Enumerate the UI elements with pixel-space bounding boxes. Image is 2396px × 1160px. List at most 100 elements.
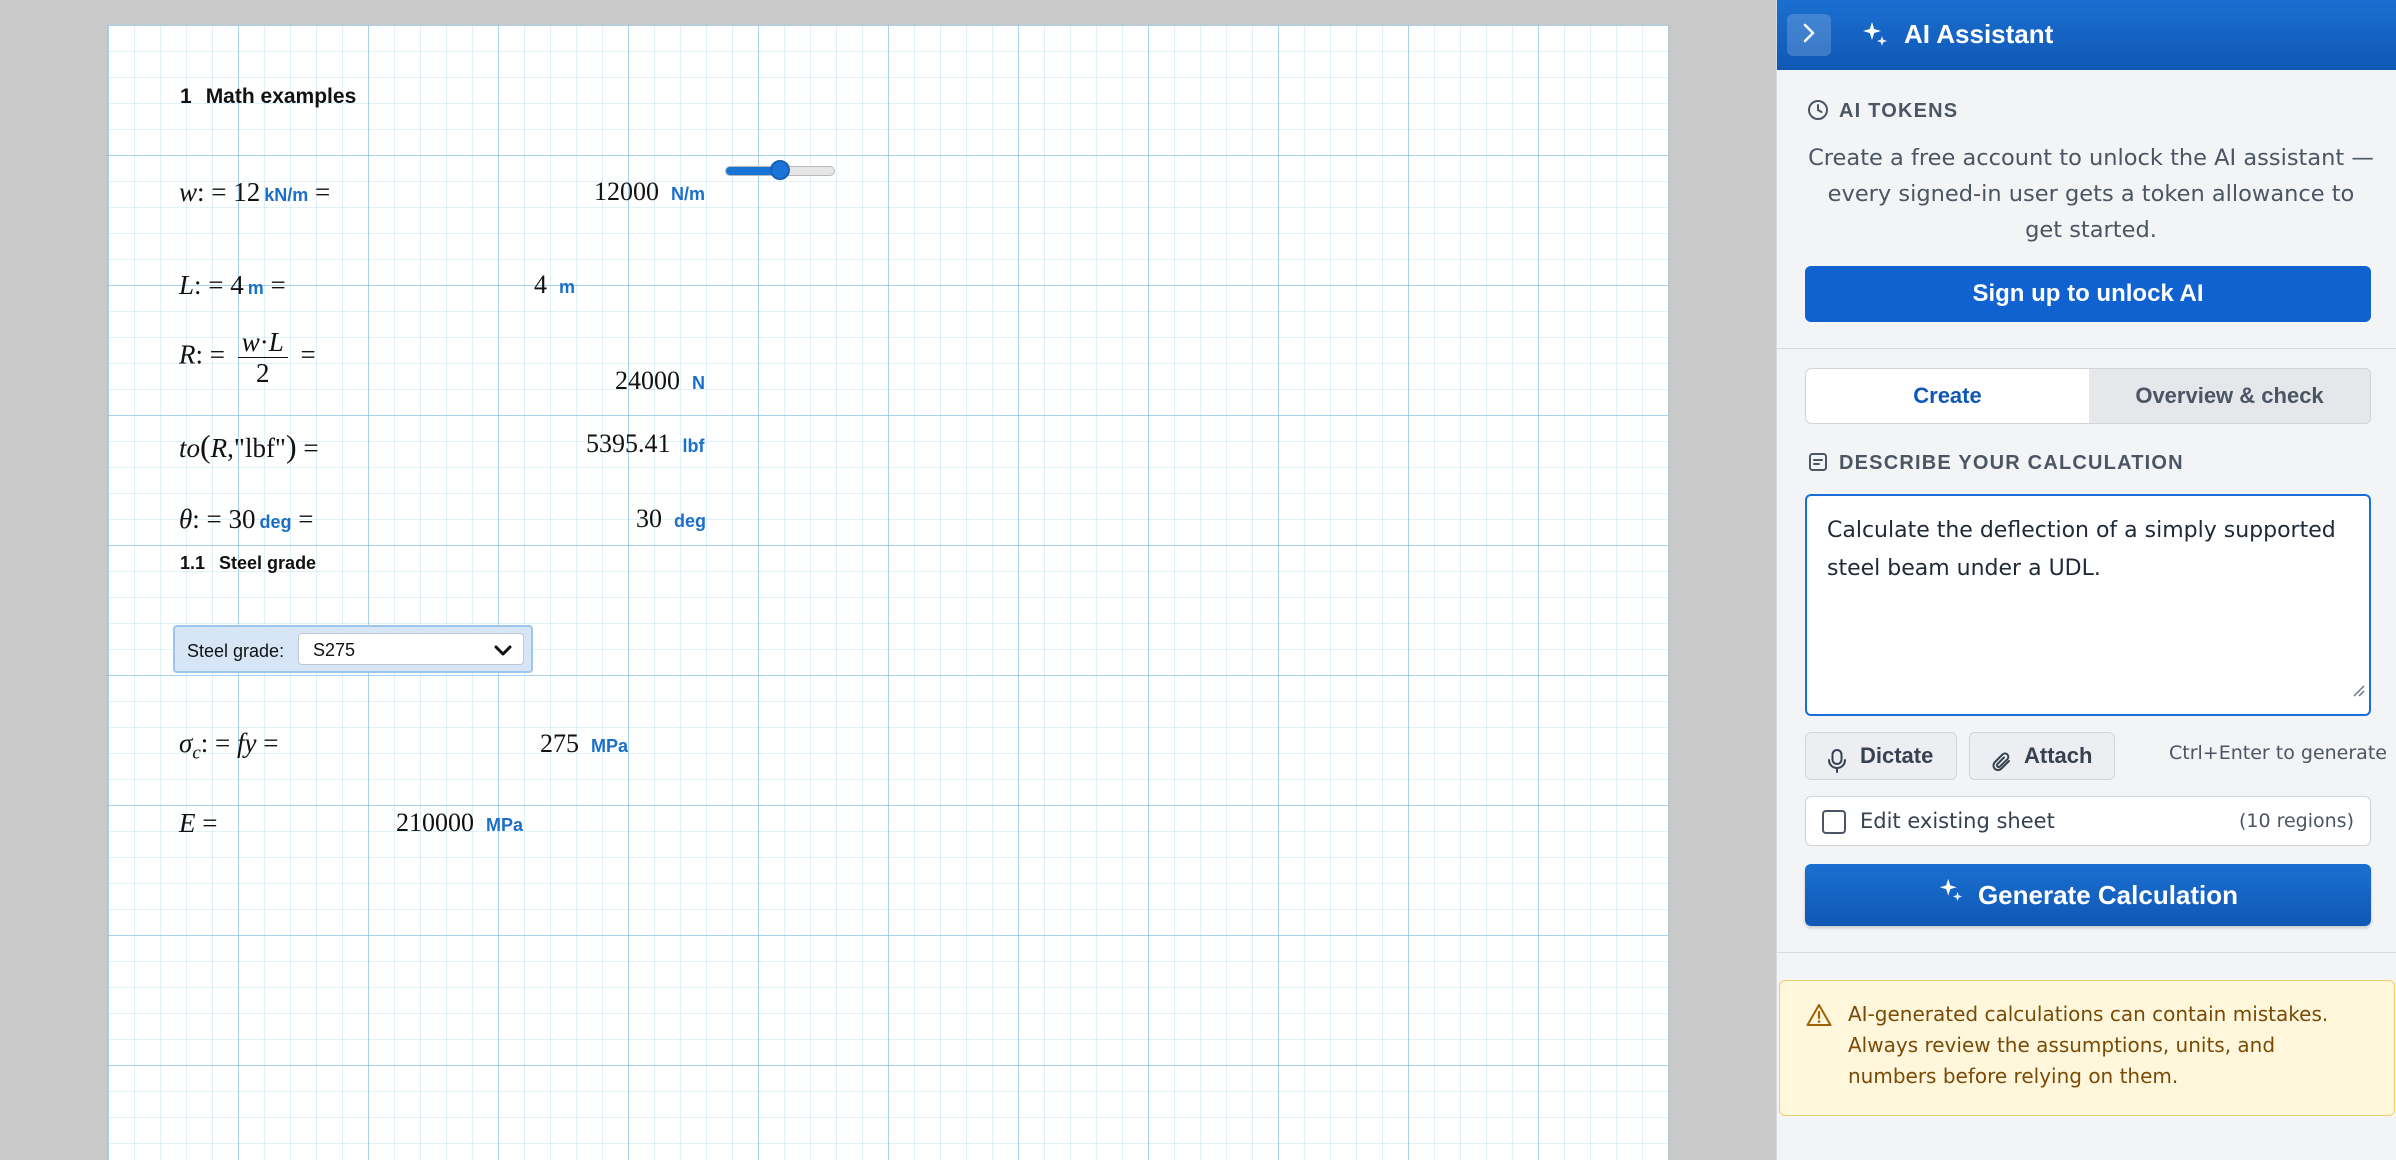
result-sigma: 275 MPa [540,729,628,759]
tab-create[interactable]: Create [1806,369,2089,423]
divider [1777,348,2396,349]
assign-R: : = [195,339,225,370]
sparkle-icon [1861,20,1889,53]
w-slider[interactable] [725,160,835,180]
ai-tokens-label: AI TOKENS [1839,100,1959,122]
regions-count: (10 regions) [2238,810,2354,832]
paperclip-icon [1990,744,2014,790]
arg-R: R [210,433,228,463]
result-w: 12000 N/m [594,177,705,207]
assign-w: : = 12 [197,177,261,207]
ai-warning-banner: AI-generated calculations can contain mi… [1779,980,2395,1116]
equation-L[interactable]: L: = 4m = [179,270,286,301]
heading-math-examples[interactable]: 1 Math examples [180,85,356,109]
unit-theta: deg [259,512,292,532]
heading-steel-grade[interactable]: 1.1 Steel grade [180,553,316,574]
equation-E[interactable]: E = [179,808,217,839]
worksheet[interactable]: 1 Math examples w: = 12 kN/m = 12000 N/m L:… [107,25,1669,1160]
equals-R: = [300,339,316,370]
sparkle-icon [1938,863,1964,925]
steel-grade-value: S275 [313,640,356,660]
func-to: to [179,433,201,463]
sub-c: c [192,742,201,764]
dictate-label: Dictate [1860,743,1934,768]
panel-title: AI Assistant [1904,19,2054,49]
collapse-panel-button[interactable] [1787,14,1831,56]
result-w-unit: N/m [671,184,706,204]
describe-calculation-label: DESCRIBE YOUR CALCULATION [1839,452,2184,474]
var-w: w [179,177,198,207]
paren-open: ( [200,428,211,464]
result-theta-unit: deg [674,511,707,531]
equation-R[interactable]: R: = w·L 2 = [179,327,316,388]
steel-grade-control[interactable]: Steel grade: S275 [173,625,533,673]
chevron-down-icon [493,640,513,665]
resize-grip-icon[interactable] [2351,672,2365,710]
slider-knob[interactable] [770,160,790,180]
unit-L: m [247,278,264,298]
heading-number: 1 [180,85,192,108]
equals-sigma: = [263,728,279,758]
equals-w: = [315,177,331,207]
var-sigma: σ [179,728,193,758]
result-R-value: 24000 [615,366,680,395]
result-sigma-unit: MPa [591,736,629,756]
var-R: R [179,339,196,370]
equation-w[interactable]: w: = 12 kN/m = [179,177,330,208]
divider [1777,952,2396,953]
heading-number: 1.1 [180,553,206,573]
frac-dot: · [259,327,269,357]
shortcut-hint: Ctrl+Enter to generate [2169,742,2387,764]
result-E-unit: MPa [486,815,524,835]
heading-text: Math examples [205,85,357,108]
equation-sigma[interactable]: σc: = fy = [179,728,278,764]
result-theta-value: 30 [636,504,662,533]
tab-overview-check[interactable]: Overview & check [2089,369,2370,423]
panel-header: AI Assistant [1777,0,2396,70]
edit-existing-label: Edit existing sheet [1860,809,2055,833]
equation-theta[interactable]: θ: = 30 deg = [179,504,314,535]
result-to-value: 5395.41 [586,429,671,458]
steel-grade-select[interactable]: S275 [298,633,524,665]
result-to: 5395.41 lbf [586,429,705,459]
ai-tokens-description: Create a free account to unlock the AI a… [1808,145,2374,243]
result-E: 210000 MPa [396,808,523,838]
frac-num-L: L [268,327,284,357]
result-L-unit: m [559,277,576,297]
result-L-value: 4 [534,270,547,299]
equals-theta: = [298,504,314,534]
var-theta: θ [179,504,193,534]
warning-triangle-icon [1806,1003,1832,1032]
frac-num-w: w [241,327,260,357]
arg-lbf: ,"lbf" [227,433,286,463]
frac-den: 2 [256,358,270,388]
result-to-unit: lbf [682,436,705,456]
result-E-value: 210000 [396,808,474,837]
result-L: 4m [534,270,575,300]
calculation-prompt-input[interactable]: Calculate the deflection of a simply sup… [1805,494,2371,716]
chevron-right-icon [1799,22,1819,49]
result-w-value: 12000 [594,177,659,206]
ai-assistant-panel: AI Assistant AI TOKENS Create a free acc… [1776,0,2396,1160]
equation-to[interactable]: to(R,"lbf") = [179,428,319,465]
equals-to: = [303,433,319,463]
sign-up-button[interactable]: Sign up to unlock AI [1805,266,2371,322]
assign-sigma: : = [200,728,231,758]
mode-tabs: Create Overview & check [1805,368,2371,424]
clock-icon [1807,99,1829,126]
attach-button[interactable]: Attach [1969,732,2115,780]
equals-L: = [270,270,286,300]
edit-existing-checkbox[interactable] [1822,810,1846,834]
result-R-unit: N [692,373,705,393]
paren-close: ) [285,428,297,464]
steel-grade-label: Steel grade: [187,641,285,661]
edit-existing-sheet-option[interactable]: Edit existing sheet (10 regions) [1805,796,2371,846]
document-icon [1807,451,1829,478]
dictate-button[interactable]: Dictate [1805,732,1957,780]
generate-calculation-button[interactable]: Generate Calculation [1805,864,2371,926]
microphone-icon [1826,744,1848,790]
equals-E: = [202,808,218,838]
assign-L: : = 4 [194,270,244,300]
var-L: L [179,270,195,300]
result-sigma-value: 275 [540,729,579,758]
